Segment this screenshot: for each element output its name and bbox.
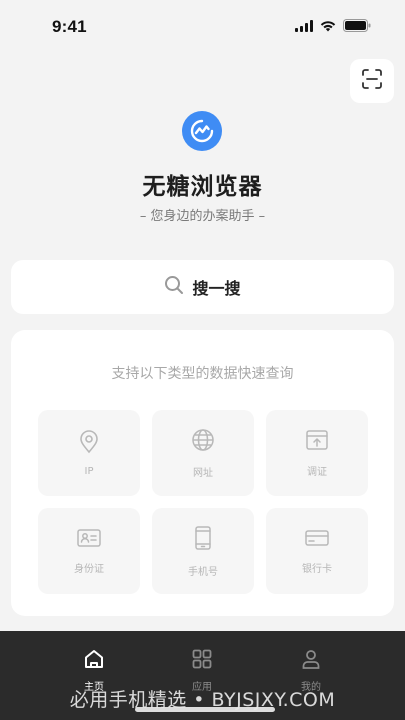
query-type-phone[interactable]: 手机号 — [152, 508, 254, 594]
search-label: 搜一搜 — [192, 279, 241, 298]
app-subtitle: – 您身边的办案助手 – — [139, 209, 266, 224]
query-type-label: IP — [84, 465, 94, 477]
battery-icon — [343, 19, 371, 32]
app-title: 无糖浏览器 — [142, 174, 263, 200]
watermark-text: 必用手机精选 • BYJSJXY.COM — [69, 689, 336, 711]
apps-grid-icon — [191, 648, 213, 674]
query-type-ip[interactable]: IP — [38, 410, 140, 496]
query-types-title: 支持以下类型的数据快速查询 — [111, 366, 294, 382]
signal-icon — [295, 19, 313, 32]
query-type-label: 调证 — [307, 466, 327, 478]
query-types-grid: IP 网址 调证 身份证 手机号 银行卡 — [38, 410, 368, 594]
search-icon — [164, 275, 184, 299]
status-bar: 9:41 — [0, 0, 405, 54]
globe-icon — [191, 428, 215, 456]
query-type-label: 银行卡 — [302, 563, 332, 575]
status-icons — [295, 19, 371, 32]
query-type-bank-card[interactable]: 银行卡 — [266, 508, 368, 594]
query-type-url[interactable]: 网址 — [152, 410, 254, 496]
query-type-label: 手机号 — [188, 566, 218, 578]
scan-button[interactable] — [350, 59, 394, 103]
user-icon — [300, 648, 322, 674]
status-time: 9:41 — [52, 17, 87, 36]
query-type-evidence[interactable]: 调证 — [266, 410, 368, 496]
wifi-icon — [320, 20, 336, 32]
search-button[interactable]: 搜一搜 — [11, 260, 394, 314]
location-pin-icon — [78, 429, 100, 458]
app-screen: 9:41 无糖浏览器 – 您身边的办案助手 – 搜一搜 支持以下类型的数据快速查… — [0, 0, 405, 720]
phone-icon — [194, 525, 212, 555]
home-icon — [83, 648, 105, 674]
query-type-id-card[interactable]: 身份证 — [38, 508, 140, 594]
scan-icon — [361, 68, 383, 94]
query-types-card: 支持以下类型的数据快速查询 IP 网址 调证 身份证 手机号 银行卡 — [11, 330, 394, 616]
bank-card-icon — [304, 528, 330, 552]
upload-box-icon — [305, 429, 329, 455]
query-type-label: 身份证 — [74, 563, 104, 575]
browser-logo-icon — [182, 111, 222, 151]
query-type-label: 网址 — [193, 467, 213, 479]
id-card-icon — [76, 528, 102, 552]
